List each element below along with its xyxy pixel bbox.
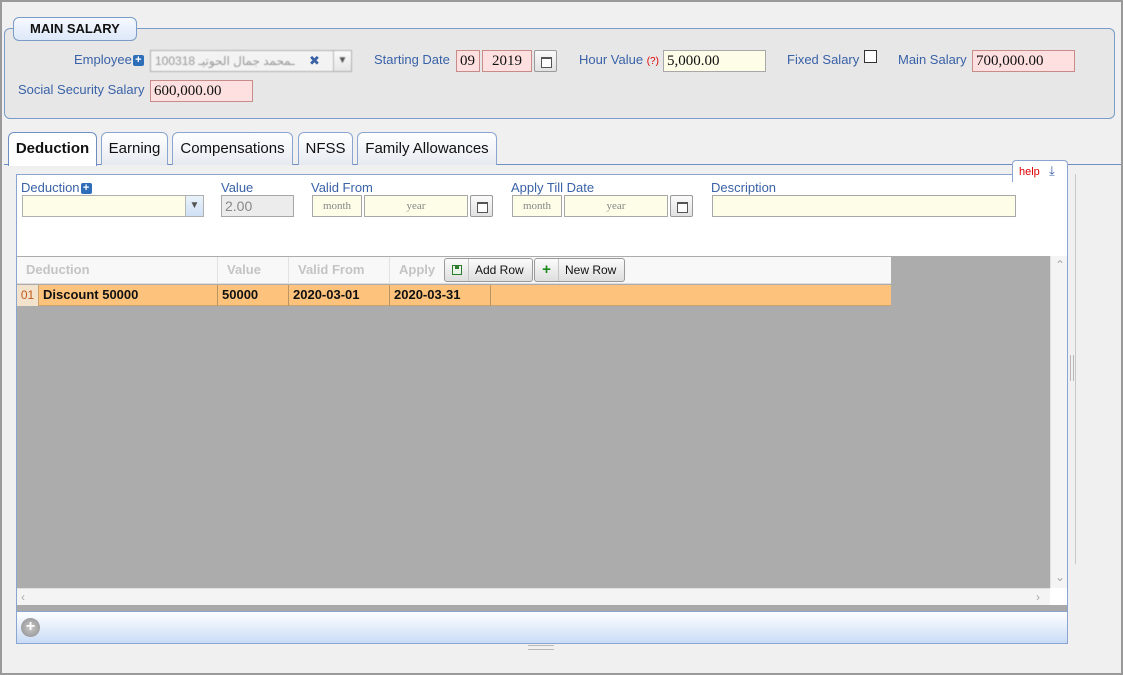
add-deduction-icon[interactable]: + <box>80 183 92 194</box>
tab-deduction[interactable]: Deduction <box>8 132 97 166</box>
employee-select[interactable]: 100318 ـمحمد جمال الحوتيـ ▼ <box>150 50 352 72</box>
vertical-scrollbar[interactable]: ⌃ ⌄ <box>1050 256 1067 588</box>
starting-month-field[interactable]: 09 <box>456 50 480 72</box>
side-resize-grip-icon[interactable] <box>1070 355 1074 381</box>
column-header-valid-from[interactable]: Valid From <box>289 257 390 284</box>
row-number: 01 <box>17 285 39 306</box>
resize-grip-icon[interactable] <box>528 645 554 650</box>
valid-from-year-field[interactable]: year <box>364 195 468 217</box>
download-icon[interactable]: ⤓ <box>1049 163 1055 179</box>
main-salary-label: Main Salary <box>898 52 967 67</box>
new-row-button[interactable]: + New Row <box>534 258 626 282</box>
chevron-down-icon[interactable]: ▼ <box>333 51 351 71</box>
employee-label: Employee + <box>74 52 144 67</box>
employee-value: 100318 ـمحمد جمال الحوتيـ <box>155 54 295 68</box>
chevron-down-icon[interactable]: ▼ <box>185 196 203 216</box>
cell-deduction[interactable]: Discount 50000 <box>39 285 218 306</box>
add-employee-icon[interactable]: + <box>132 55 144 66</box>
tab-family-allowances[interactable]: Family Allowances <box>357 132 497 165</box>
add-circle-icon[interactable]: + <box>21 618 40 637</box>
main-salary-fieldset <box>4 28 1115 119</box>
fixed-salary-label: Fixed Salary <box>787 52 860 67</box>
clear-icon[interactable]: ✖ <box>309 53 320 69</box>
description-field[interactable] <box>712 195 1016 217</box>
main-salary-field[interactable]: 700,000.00 <box>972 50 1075 72</box>
scroll-right-icon[interactable]: › <box>1036 590 1040 604</box>
help-box: help ⤓ <box>1012 160 1068 182</box>
hour-value-label: Hour Value (?) <box>579 52 659 67</box>
deduction-label: Deduction + <box>21 180 92 195</box>
valid-from-label: Valid From <box>311 180 373 195</box>
starting-year-field[interactable]: 2019 <box>482 50 532 72</box>
column-header-value[interactable]: Value <box>218 257 289 284</box>
column-header-deduction[interactable]: Deduction <box>17 257 218 284</box>
horizontal-scrollbar[interactable]: ‹ › <box>17 588 1050 605</box>
tab-nfss[interactable]: NFSS <box>298 132 353 165</box>
fixed-salary-checkbox[interactable] <box>864 50 877 63</box>
column-header-apply-till[interactable]: Apply T <box>390 257 445 303</box>
hour-value-field[interactable]: 5,000.00 <box>663 50 766 72</box>
value-field: 2.00 <box>221 195 294 217</box>
deduction-select[interactable]: ▼ <box>22 195 204 217</box>
tab-compensations[interactable]: Compensations <box>172 132 293 165</box>
scroll-down-icon[interactable]: ⌄ <box>1055 570 1065 584</box>
table-row[interactable]: 01 Discount 50000 50000 2020-03-01 2020-… <box>17 285 891 306</box>
add-row-button[interactable]: Add Row <box>444 258 533 282</box>
apply-till-month-field[interactable]: month <box>512 195 562 217</box>
cell-apply-till[interactable]: 2020-03-31 <box>390 285 491 306</box>
save-icon <box>445 259 469 281</box>
apply-till-label: Apply Till Date <box>511 180 595 195</box>
calendar-icon[interactable] <box>534 50 557 72</box>
scroll-left-icon[interactable]: ‹ <box>21 590 25 604</box>
scroll-up-icon[interactable]: ⌃ <box>1055 258 1065 272</box>
tab-earning[interactable]: Earning <box>101 132 168 165</box>
valid-from-month-field[interactable]: month <box>312 195 362 217</box>
help-hint-icon[interactable]: (?) <box>647 56 659 67</box>
cell-valid-from[interactable]: 2020-03-01 <box>289 285 390 306</box>
value-label: Value <box>221 180 254 195</box>
main-salary-legend: MAIN SALARY <box>13 17 137 41</box>
help-link[interactable]: help <box>1019 166 1040 178</box>
cell-value[interactable]: 50000 <box>218 285 289 306</box>
grid-footer: + <box>17 611 1067 643</box>
description-label: Description <box>711 180 777 195</box>
ss-salary-field[interactable]: 600,000.00 <box>150 80 253 102</box>
ss-salary-label: Social Security Salary <box>18 82 145 97</box>
calendar-icon[interactable] <box>470 195 493 217</box>
starting-date-label: Starting Date <box>374 52 450 67</box>
calendar-icon[interactable] <box>670 195 693 217</box>
plus-icon: + <box>535 259 559 281</box>
apply-till-year-field[interactable]: year <box>564 195 668 217</box>
